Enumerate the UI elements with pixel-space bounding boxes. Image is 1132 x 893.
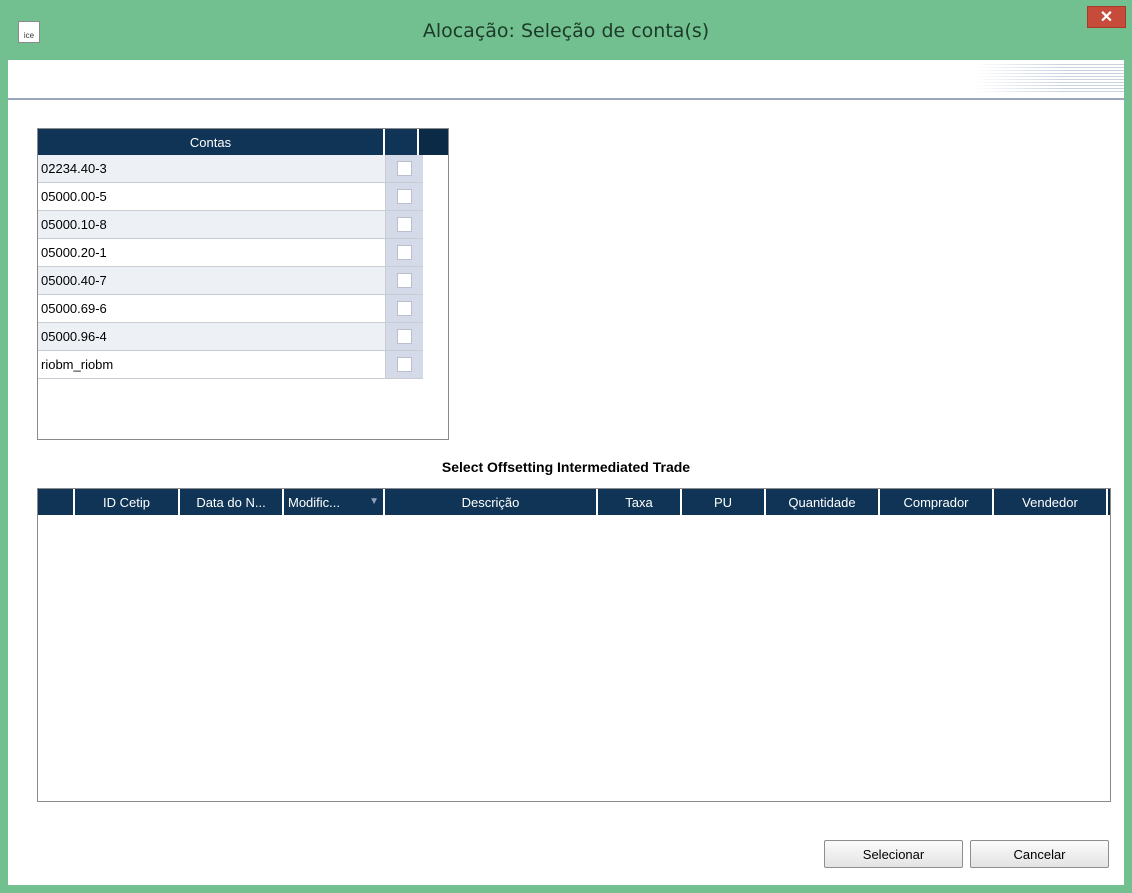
- column-header-col4[interactable]: Descrição: [385, 489, 598, 515]
- account-label: 05000.69-6: [38, 295, 386, 322]
- close-button[interactable]: ✕: [1087, 6, 1126, 28]
- title-bar: ice Alocação: Seleção de conta(s) ✕: [0, 0, 1132, 60]
- column-header-label: Taxa: [625, 494, 653, 510]
- column-header-select[interactable]: [385, 129, 419, 155]
- account-checkbox[interactable]: [397, 245, 412, 260]
- account-row[interactable]: 05000.69-6: [38, 295, 423, 323]
- column-header-col3[interactable]: Modific... ▼: [284, 489, 385, 515]
- dialog-body: Contas 02234.40-3 05000.00-5 05000.10-8 050…: [8, 60, 1124, 885]
- account-checkbox-cell: [386, 155, 423, 182]
- accounts-table-header: Contas: [38, 129, 448, 155]
- account-label: 05000.96-4: [38, 323, 386, 350]
- column-header-select[interactable]: [38, 489, 75, 515]
- column-header-col2[interactable]: Data do N...: [180, 489, 284, 515]
- column-header-col7[interactable]: Quantidade: [766, 489, 880, 515]
- account-label: 05000.20-1: [38, 239, 386, 266]
- account-checkbox[interactable]: [397, 329, 412, 344]
- column-header-col1[interactable]: ID Cetip: [75, 489, 180, 515]
- account-label: 05000.00-5: [38, 183, 386, 210]
- accounts-rows: 02234.40-3 05000.00-5 05000.10-8 05000.20-1…: [38, 155, 423, 379]
- window-title: Alocação: Seleção de conta(s): [422, 20, 710, 42]
- account-row[interactable]: 05000.20-1: [38, 239, 423, 267]
- select-button[interactable]: Selecionar: [824, 840, 963, 868]
- account-checkbox-cell: [386, 323, 423, 350]
- column-header-col9[interactable]: Vendedor: [994, 489, 1108, 515]
- account-checkbox-cell: [386, 267, 423, 294]
- column-header-col6[interactable]: PU: [682, 489, 766, 515]
- column-header-col5[interactable]: Taxa: [598, 489, 682, 515]
- account-label: 05000.10-8: [38, 211, 386, 238]
- column-header-label: Descrição: [461, 494, 520, 510]
- column-header-label: Modific...: [288, 494, 341, 510]
- decorative-stripes: [974, 64, 1124, 94]
- account-row[interactable]: 05000.00-5: [38, 183, 423, 211]
- account-checkbox-cell: [386, 351, 423, 378]
- account-row[interactable]: 05000.10-8: [38, 211, 423, 239]
- account-checkbox-cell: [386, 295, 423, 322]
- accounts-table: Contas 02234.40-3 05000.00-5 05000.10-8 050…: [37, 128, 449, 440]
- cancel-button[interactable]: Cancelar: [970, 840, 1109, 868]
- account-checkbox[interactable]: [397, 357, 412, 372]
- account-checkbox-cell: [386, 211, 423, 238]
- account-row[interactable]: 02234.40-3: [38, 155, 423, 183]
- account-checkbox-cell: [386, 183, 423, 210]
- trades-table: ID Cetip Data do N... Modific... ▼ Descrição…: [37, 488, 1111, 802]
- account-row[interactable]: 05000.40-7: [38, 267, 423, 295]
- column-header-label: Comprador: [903, 494, 969, 510]
- account-row[interactable]: riobm_riobm: [38, 351, 423, 379]
- column-header-col8[interactable]: Comprador: [880, 489, 994, 515]
- sort-descending-icon: ▼: [369, 496, 379, 507]
- column-header-label: ID Cetip: [103, 494, 150, 510]
- account-checkbox-cell: [386, 239, 423, 266]
- trades-caption: Select Offsetting Intermediated Trade: [441, 459, 691, 475]
- account-checkbox[interactable]: [397, 273, 412, 288]
- account-checkbox[interactable]: [397, 161, 412, 176]
- account-label: riobm_riobm: [38, 351, 386, 378]
- account-label: 02234.40-3: [38, 155, 386, 182]
- account-checkbox[interactable]: [397, 301, 412, 316]
- account-row[interactable]: 05000.96-4: [38, 323, 423, 351]
- column-header-label: Data do N...: [196, 494, 266, 510]
- account-checkbox[interactable]: [397, 189, 412, 204]
- close-icon: ✕: [1099, 9, 1114, 26]
- account-label: 05000.40-7: [38, 267, 386, 294]
- column-header-label: Vendedor: [1022, 494, 1078, 510]
- account-checkbox[interactable]: [397, 217, 412, 232]
- column-header-label: PU: [713, 494, 733, 510]
- column-header-label: Quantidade: [788, 494, 856, 510]
- trades-table-header: ID Cetip Data do N... Modific... ▼ Descrição…: [38, 489, 1110, 515]
- column-header-contas[interactable]: Contas: [38, 129, 385, 155]
- header-strip: [8, 60, 1124, 100]
